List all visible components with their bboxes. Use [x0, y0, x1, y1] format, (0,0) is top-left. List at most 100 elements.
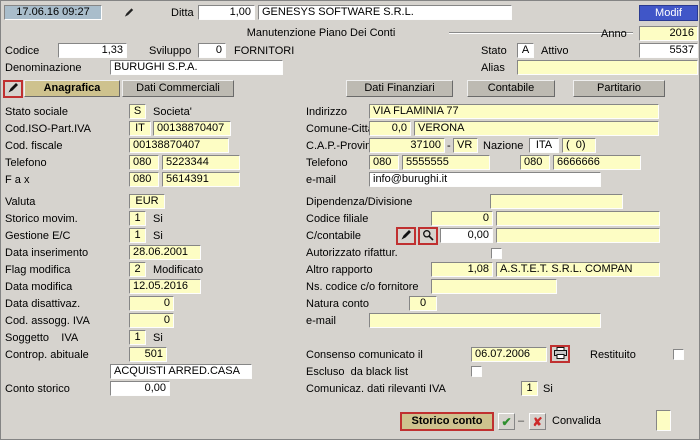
- alias-label: Alias: [481, 62, 505, 75]
- ditta-label: Ditta: [171, 7, 194, 20]
- soggetto-iva-label: Soggetto IVA: [5, 332, 78, 345]
- altro-rapporto-field[interactable]: 1,08: [431, 262, 493, 277]
- flag-modifica-desc: Modificato: [153, 264, 203, 277]
- comune-code-field[interactable]: 0,0: [369, 121, 411, 136]
- telefono2-prefix-field[interactable]: 080: [520, 155, 550, 170]
- tab-contabile[interactable]: Contabile: [467, 80, 555, 97]
- gestione-ec-label: Gestione E/C: [5, 230, 70, 243]
- print-button[interactable]: [550, 345, 570, 363]
- denominazione-field[interactable]: BURUGHI S.P.A.: [110, 60, 283, 75]
- data-inserimento-label: Data inserimento: [5, 247, 88, 260]
- telefono2-field[interactable]: 6666666: [553, 155, 641, 170]
- contabile-label: C/contabile: [306, 230, 361, 243]
- ns-codice-field[interactable]: [431, 279, 557, 294]
- telefono-label: Telefono: [5, 157, 47, 170]
- cod-assogg-field[interactable]: 0: [129, 313, 174, 328]
- denominazione-label: Denominazione: [5, 62, 81, 75]
- stato-label: Stato: [481, 45, 507, 58]
- anno-field[interactable]: 2016: [639, 26, 698, 41]
- blacklist-label: Escluso da black list: [306, 366, 408, 379]
- confirm-button[interactable]: ✔: [498, 413, 515, 430]
- cap-field[interactable]: 37100: [369, 138, 445, 153]
- valuta-label: Valuta: [5, 196, 35, 209]
- cod-iso-label: Cod.ISO-Part.IVA: [5, 123, 91, 136]
- email-field[interactable]: info@burughi.it: [369, 172, 601, 187]
- stato-field[interactable]: A: [517, 43, 534, 58]
- cancel-button[interactable]: ✘: [529, 413, 546, 430]
- dipendenza-field[interactable]: [490, 194, 623, 209]
- restituito-checkbox[interactable]: [673, 349, 684, 360]
- stato-sociale-label: Stato sociale: [5, 106, 68, 119]
- provincia-field[interactable]: VR: [453, 138, 478, 153]
- sviluppo-desc: FORNITORI: [234, 45, 294, 58]
- cod-iso-prefix-field[interactable]: IT: [129, 121, 151, 136]
- cap-separator: -: [447, 140, 451, 153]
- cod-iso-field[interactable]: 00138870407: [153, 121, 231, 136]
- email2-field[interactable]: [369, 313, 601, 328]
- modif-button[interactable]: Modif: [639, 5, 698, 21]
- indirizzo-label: Indirizzo: [306, 106, 347, 119]
- telefono1-field[interactable]: 5555555: [402, 155, 490, 170]
- stato-sociale-field[interactable]: S: [129, 104, 146, 119]
- telefono-field[interactable]: 5223344: [162, 155, 240, 170]
- tab-dati-commerciali[interactable]: Dati Commerciali: [122, 80, 234, 97]
- convalida-field[interactable]: [656, 410, 671, 431]
- restituito-label: Restituito: [590, 349, 636, 362]
- data-disattivaz-field[interactable]: 0: [129, 296, 174, 311]
- ditta-code-field[interactable]: 1,00: [198, 5, 255, 20]
- data-modifica-label: Data modifica: [5, 281, 72, 294]
- convalida-label: Convalida: [552, 415, 601, 428]
- storico-conto-button[interactable]: Storico conto: [400, 412, 494, 431]
- edit-button[interactable]: [3, 80, 23, 98]
- tab-anagrafica[interactable]: Anagrafica: [24, 80, 120, 97]
- telefono1-prefix-field[interactable]: 080: [369, 155, 399, 170]
- contabile-field[interactable]: 0,00: [440, 228, 493, 243]
- flag-modifica-field[interactable]: 2: [129, 262, 146, 277]
- data-inserimento-field[interactable]: 28.06.2001: [129, 245, 201, 260]
- consenso-field[interactable]: 06.07.2006: [471, 347, 547, 362]
- alias-field[interactable]: [517, 60, 698, 75]
- sviluppo-field[interactable]: 0: [198, 43, 226, 58]
- pen-icon: [8, 82, 19, 96]
- codice-filiale-desc-field[interactable]: [496, 211, 660, 226]
- datetime-display: 17.06.16 09:27: [4, 5, 102, 20]
- gestione-ec-desc: Si: [153, 230, 163, 243]
- altro-rapporto-desc-field[interactable]: A.S.T.E.T. S.R.L. COMPAN: [496, 262, 660, 277]
- soggetto-iva-field[interactable]: 1: [129, 330, 146, 345]
- codice-field[interactable]: 1,33: [58, 43, 127, 58]
- contabile-edit-button[interactable]: [396, 227, 416, 245]
- nazione-code-field[interactable]: ( 0): [562, 138, 596, 153]
- data-modifica-field[interactable]: 12.05.2016: [129, 279, 201, 294]
- autorizzato-checkbox[interactable]: [491, 248, 502, 259]
- altro-rapporto-label: Altro rapporto: [306, 264, 373, 277]
- contabile-search-button[interactable]: [418, 227, 438, 245]
- telefono-prefix-field[interactable]: 080: [129, 155, 159, 170]
- nazione-field[interactable]: ITA: [529, 138, 559, 153]
- fax-label: F a x: [5, 174, 29, 187]
- blacklist-checkbox[interactable]: [471, 366, 482, 377]
- fax-field[interactable]: 5614391: [162, 172, 240, 187]
- codice-filiale-field[interactable]: 0: [431, 211, 493, 226]
- comunicaz-desc: Si: [543, 383, 553, 396]
- valuta-field[interactable]: EUR: [129, 194, 165, 209]
- tab-dati-finanziari[interactable]: Dati Finanziari: [346, 80, 453, 97]
- sviluppo-label: Sviluppo: [149, 45, 191, 58]
- cod-fiscale-field[interactable]: 00138870407: [129, 138, 229, 153]
- comune-field[interactable]: VERONA: [414, 121, 659, 136]
- gestione-ec-field[interactable]: 1: [129, 228, 146, 243]
- natura-conto-field[interactable]: 0: [409, 296, 437, 311]
- codice-filiale-label: Codice filiale: [306, 213, 368, 226]
- contabile-desc-field[interactable]: [496, 228, 660, 243]
- record-number-field: 5537: [639, 43, 698, 58]
- indirizzo-field[interactable]: VIA FLAMINIA 77: [369, 104, 659, 119]
- controp-field[interactable]: 501: [129, 347, 167, 362]
- ditta-name-field[interactable]: GENESYS SOFTWARE S.R.L.: [258, 5, 512, 20]
- cod-fiscale-label: Cod. fiscale: [5, 140, 62, 153]
- conto-storico-field: 0,00: [110, 381, 170, 396]
- comunicaz-field[interactable]: 1: [521, 381, 538, 396]
- codice-label: Codice: [5, 45, 39, 58]
- email-label: e-mail: [306, 174, 336, 187]
- fax-prefix-field[interactable]: 080: [129, 172, 159, 187]
- tab-partitario[interactable]: Partitario: [573, 80, 665, 97]
- storico-movim-field[interactable]: 1: [129, 211, 146, 226]
